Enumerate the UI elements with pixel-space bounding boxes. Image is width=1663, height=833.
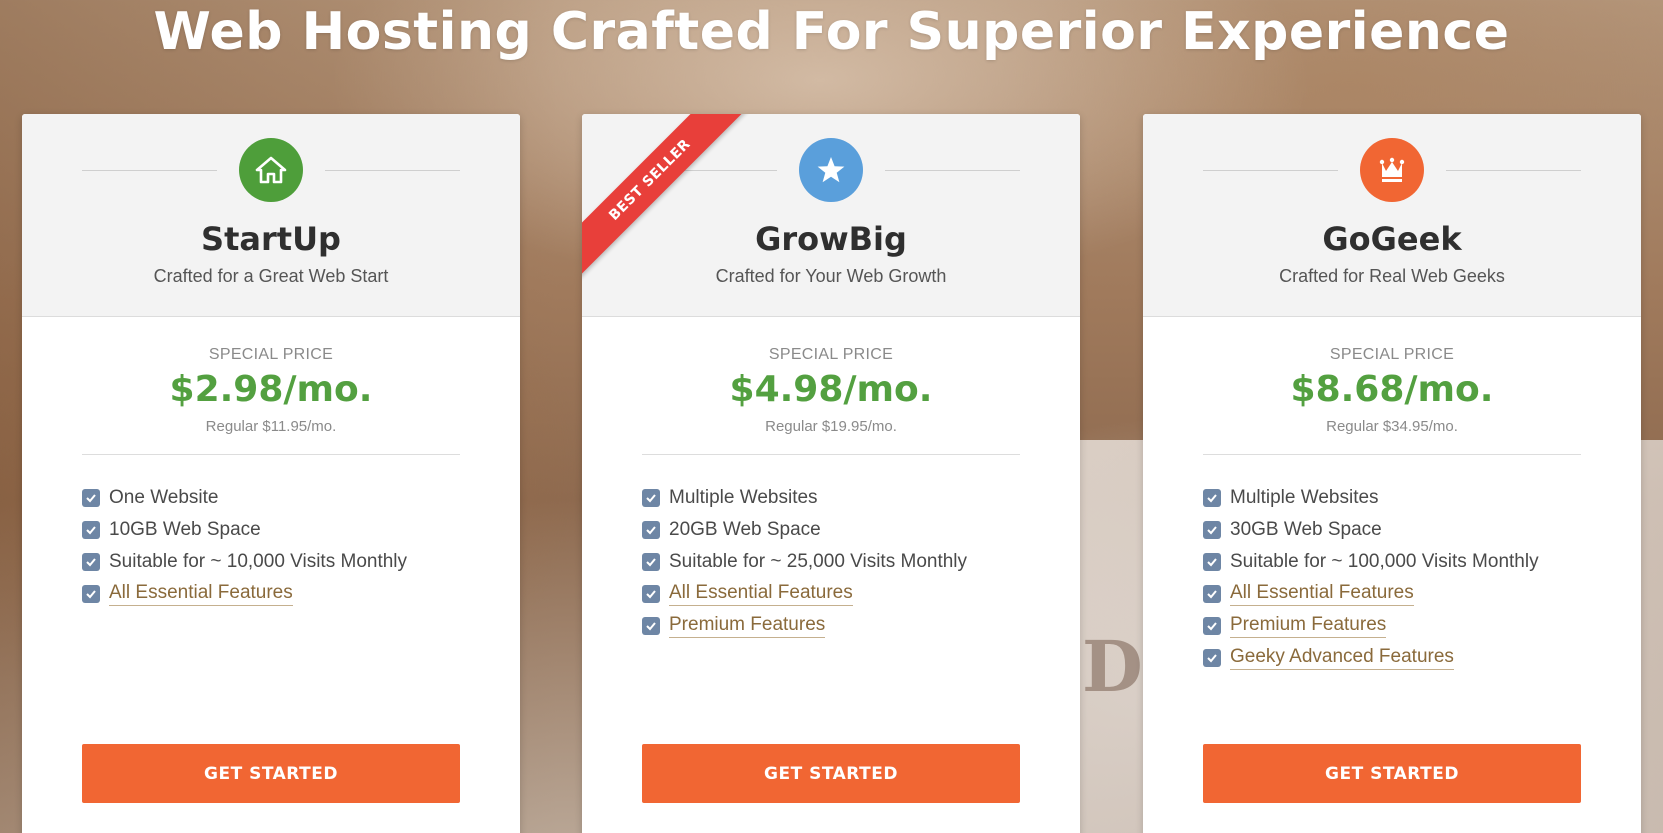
get-started-button-growbig[interactable]: GET STARTED [642,744,1020,803]
plan-card-growbig: GrowBig Crafted for Your Web Growth SPEC… [582,114,1080,833]
feature-list: Multiple Websites 20GB Web Space Suitabl… [642,482,1080,642]
feature-list: One Website 10GB Web Space Suitable for … [82,482,520,610]
header-divider-right [325,170,460,171]
price-block: SPECIAL PRICE $2.98/mo. Regular $11.95/m… [22,317,520,435]
regular-price: Regular $11.95/mo. [205,418,337,435]
feature-text: One Website [109,487,219,508]
feature-link-premium[interactable]: Premium Features [1230,614,1387,638]
checkbox-icon [82,489,100,507]
checkbox-icon [82,553,100,571]
price-divider [1203,454,1581,455]
checkbox-icon [1203,521,1221,539]
plan-subtitle: Crafted for a Great Web Start [153,266,389,286]
feature-link-essential[interactable]: All Essential Features [669,582,853,606]
checkbox-icon [642,521,660,539]
special-price-label: SPECIAL PRICE [208,346,334,363]
feature-item: 30GB Web Space [1203,514,1641,546]
feature-text: Suitable for ~ 10,000 Visits Monthly [109,551,408,572]
feature-link-premium[interactable]: Premium Features [669,614,826,638]
special-price-label: SPECIAL PRICE [1329,346,1455,363]
checkbox-icon [1203,649,1221,667]
page-headline: Web Hosting Crafted For Superior Experie… [153,2,1510,62]
price-divider [82,454,460,455]
checkbox-icon [1203,585,1221,603]
special-price: $8.68/mo. [1290,369,1494,410]
checkbox-icon [642,617,660,635]
feature-text: Suitable for ~ 25,000 Visits Monthly [669,551,968,572]
feature-item: All Essential Features [642,578,1080,610]
feature-item: 20GB Web Space [642,514,1080,546]
feature-text: 30GB Web Space [1230,519,1382,540]
feature-item: Premium Features [642,610,1080,642]
plan-card-header: StartUp Crafted for a Great Web Start [22,114,520,317]
feature-link-essential[interactable]: All Essential Features [1230,582,1414,606]
checkbox-icon [82,585,100,603]
feature-item: 10GB Web Space [82,514,520,546]
feature-item: Suitable for ~ 100,000 Visits Monthly [1203,546,1641,578]
special-price-label: SPECIAL PRICE [768,346,894,363]
checkbox-icon [642,489,660,507]
plan-name: GoGeek [1322,220,1462,258]
plan-card-header: GoGeek Crafted for Real Web Geeks [1143,114,1641,317]
price-block: SPECIAL PRICE $4.98/mo. Regular $19.95/m… [582,317,1080,435]
house-icon [239,138,303,202]
regular-price: Regular $34.95/mo. [1326,418,1458,435]
plan-subtitle: Crafted for Real Web Geeks [1279,266,1505,286]
feature-item: Suitable for ~ 25,000 Visits Monthly [642,546,1080,578]
feature-item: All Essential Features [1203,578,1641,610]
feature-text: 20GB Web Space [669,519,821,540]
best-seller-ribbon: BEST SELLER [582,114,752,284]
feature-text: Multiple Websites [669,487,818,508]
feature-item: Geeky Advanced Features [1203,642,1641,674]
checkbox-icon [1203,489,1221,507]
checkbox-icon [642,553,660,571]
special-price: $2.98/mo. [169,369,373,410]
checkbox-icon [642,585,660,603]
feature-item: Suitable for ~ 10,000 Visits Monthly [82,546,520,578]
star-icon [799,138,863,202]
feature-item: Multiple Websites [642,482,1080,514]
regular-price: Regular $19.95/mo. [765,418,897,435]
feature-text: Suitable for ~ 100,000 Visits Monthly [1230,551,1539,572]
feature-link-essential[interactable]: All Essential Features [109,582,293,606]
header-divider-left [82,170,217,171]
checkbox-icon [1203,553,1221,571]
ribbon-label: BEST SELLER [582,114,748,278]
plan-name: StartUp [201,220,341,258]
checkbox-icon [1203,617,1221,635]
price-block: SPECIAL PRICE $8.68/mo. Regular $34.95/m… [1143,317,1641,435]
feature-list: Multiple Websites 30GB Web Space Suitabl… [1203,482,1641,674]
crown-icon [1360,138,1424,202]
special-price: $4.98/mo. [729,369,933,410]
feature-text: 10GB Web Space [109,519,261,540]
feature-item: One Website [82,482,520,514]
header-divider-right [1446,170,1581,171]
feature-item: All Essential Features [82,578,520,610]
get-started-button-gogeek[interactable]: GET STARTED [1203,744,1581,803]
feature-link-geeky[interactable]: Geeky Advanced Features [1230,646,1454,670]
checkbox-icon [82,521,100,539]
feature-item: Premium Features [1203,610,1641,642]
header-divider-left [1203,170,1338,171]
price-divider [642,454,1020,455]
plan-card-gogeek: GoGeek Crafted for Real Web Geeks SPECIA… [1143,114,1641,833]
feature-item: Multiple Websites [1203,482,1641,514]
feature-text: Multiple Websites [1230,487,1379,508]
plan-card-startup: StartUp Crafted for a Great Web Start SP… [22,114,520,833]
header-divider-right [885,170,1020,171]
get-started-button-startup[interactable]: GET STARTED [82,744,460,803]
